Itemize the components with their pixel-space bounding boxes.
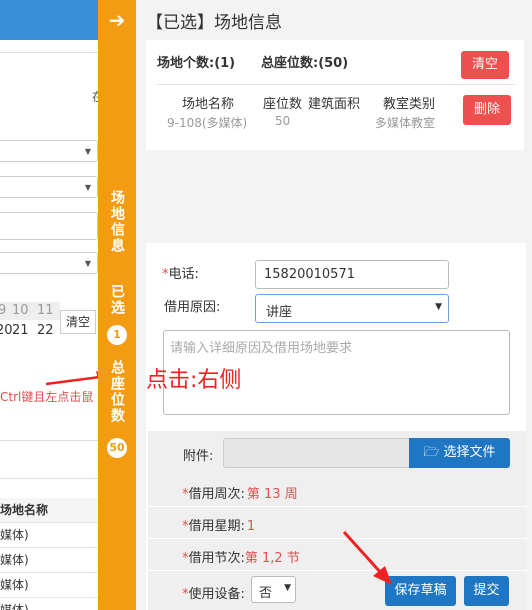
table-row[interactable]: 媒体) <box>0 573 98 598</box>
reason-value: 讲座 <box>266 305 293 320</box>
weekday-value: 1 <box>246 519 256 534</box>
folder-open-icon: 🗁 <box>423 445 440 460</box>
bg-select-3[interactable]: ▼ <box>0 252 98 274</box>
booking-form: *电话: 15820010571 借用原因: 讲座 ▼ 请输入详细原因及借用场地… <box>146 243 526 610</box>
selected-sidebar[interactable]: ➔ 场地信息 已选 1 总座位数 50 <box>98 0 136 610</box>
bg-select-1[interactable]: ▼ <box>0 140 98 162</box>
sidebar-selected[interactable]: 已选 <box>98 284 136 321</box>
sidebar-total-seats[interactable]: 总座位数 <box>98 360 136 429</box>
bg-select-2[interactable]: ▼ <box>0 176 98 198</box>
table-row[interactable]: 媒体) <box>0 523 98 548</box>
calendar-date[interactable]: 22 <box>37 323 54 338</box>
bg-table-header: 场地名称 <box>0 498 98 523</box>
phone-label: *电话: <box>162 267 199 282</box>
chevron-down-icon: ▼ <box>435 302 442 312</box>
col-area: 建筑面积 <box>308 97 361 112</box>
background-page: 在 ▼ ▼ ▼ 9 10 11 20 21 22 清空 Ctrl键且左点击鼠 场… <box>0 0 98 610</box>
divider <box>0 478 98 479</box>
phone-value: 15820010571 <box>264 267 355 282</box>
equipment-label: *使用设备: <box>182 587 245 602</box>
calendar-day-header: 10 <box>12 303 29 318</box>
selected-venues-card: 场地个数:(1) 总座位数:(50) 清空 场地名称 座位数 建筑面积 教室类别… <box>146 40 524 150</box>
col-category: 教室类别 <box>383 97 436 112</box>
calendar-day-header: 11 <box>37 303 54 318</box>
calendar-date[interactable]: 21 <box>12 323 29 338</box>
attachment-label: 附件: <box>183 449 214 464</box>
weekday-label: *借用星期: 1 <box>182 519 256 534</box>
bg-clear-button[interactable]: 清空 <box>60 310 96 334</box>
chevron-down-icon: ▼ <box>284 583 291 593</box>
reason-select[interactable]: 讲座 ▼ <box>255 294 449 323</box>
table-row[interactable]: 媒体) <box>0 548 98 573</box>
page-title: 【已选】场地信息 <box>146 13 282 33</box>
reason-label: 借用原因: <box>164 300 221 315</box>
chevron-down-icon: ▼ <box>84 259 91 268</box>
sidebar-selected-count-badge: 1 <box>107 325 127 345</box>
summary-venue-count: 场地个数:(1) <box>157 56 236 71</box>
equipment-value: 否 <box>259 586 273 601</box>
col-seats: 座位数 <box>263 97 303 112</box>
phone-field[interactable]: 15820010571 <box>255 260 449 289</box>
background-top-bar <box>0 0 98 40</box>
category-value: 多媒体教室 <box>375 116 436 130</box>
annotation-arrow-down <box>342 530 392 585</box>
calendar-day-header: 9 <box>0 303 7 318</box>
arrow-right-icon[interactable]: ➔ <box>98 8 136 32</box>
table-row[interactable]: 媒体) <box>0 598 98 610</box>
divider <box>0 440 98 441</box>
details-placeholder: 请输入详细原因及借用场地要求 <box>170 341 353 356</box>
divider <box>0 52 98 53</box>
calendar-date[interactable]: 20 <box>0 323 13 338</box>
bg-hint-text: Ctrl键且左点击鼠 <box>0 390 94 404</box>
submit-button[interactable]: 提交 <box>464 576 509 606</box>
summary-seat-count: 总座位数:(50) <box>261 56 349 71</box>
delete-button[interactable]: 删除 <box>463 95 511 125</box>
period-value: 第 1,2 节 <box>244 551 300 566</box>
equipment-select[interactable]: 否 ▼ <box>251 576 296 603</box>
col-venue-name: 场地名称 <box>182 97 235 112</box>
choose-file-button[interactable]: 🗁 选择文件 <box>409 438 510 468</box>
seats-value: 50 <box>275 114 291 128</box>
clear-all-button[interactable]: 清空 <box>461 51 509 79</box>
period-label: *借用节次:第 1,2 节 <box>182 551 300 566</box>
divider <box>156 84 516 85</box>
week-label: *借用周次: 第 13 周 <box>182 487 298 502</box>
chevron-down-icon: ▼ <box>84 147 91 156</box>
bg-input[interactable] <box>0 212 98 240</box>
week-value: 第 13 周 <box>246 487 298 502</box>
sidebar-seat-count-badge: 50 <box>107 438 127 458</box>
chevron-down-icon: ▼ <box>84 183 91 192</box>
venue-name-value: 9-108(多媒体) <box>167 116 248 130</box>
file-name-field[interactable] <box>223 438 410 468</box>
sidebar-venue-info[interactable]: 场地信息 <box>98 190 136 259</box>
annotation-text: 点击:右侧 <box>146 368 242 393</box>
calendar-header: 9 10 11 <box>0 302 60 320</box>
